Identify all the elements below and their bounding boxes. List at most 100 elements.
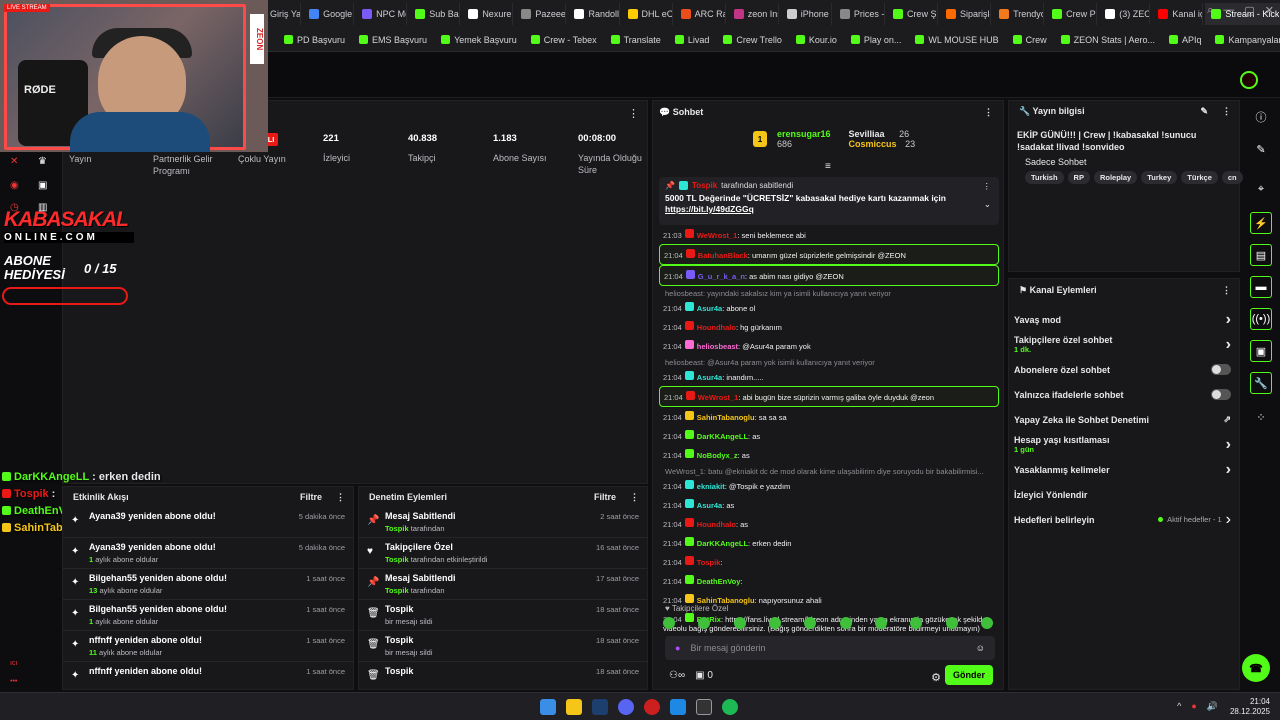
counter-icon[interactable]: ▣ 0 <box>695 670 713 681</box>
profile-avatar[interactable] <box>1240 71 1258 89</box>
help-chat-button[interactable]: ☎ <box>1242 654 1270 682</box>
bookmark-item[interactable]: Translate <box>610 35 661 45</box>
browser-tab[interactable]: Kanal içe <box>1152 3 1204 25</box>
chevron-right-icon[interactable]: › <box>1226 461 1231 479</box>
more-options-icon[interactable]: ⋮ <box>983 181 992 192</box>
emote-icon[interactable] <box>945 617 958 629</box>
stream-tag[interactable]: Türkçe <box>1181 171 1218 184</box>
search-tabs-icon[interactable]: ⌕ <box>1207 4 1213 17</box>
record-icon[interactable]: ◉ <box>10 180 19 191</box>
browser-tab[interactable]: Randollo <box>568 3 620 25</box>
bookmark-item[interactable]: Livad <box>674 35 709 45</box>
emote-icon[interactable] <box>839 617 852 629</box>
bookmark-item[interactable]: Play on... <box>850 35 901 45</box>
lightning-icon[interactable]: ⚡ <box>1250 212 1272 234</box>
emote-icon[interactable] <box>980 617 993 629</box>
browser-tab[interactable]: Trendyol <box>993 3 1045 25</box>
chat-username[interactable]: Asur4a <box>697 501 722 510</box>
chevron-right-icon[interactable]: › <box>1226 311 1231 329</box>
browser-tab[interactable]: Siparişle <box>940 3 992 25</box>
start-icon[interactable] <box>540 699 556 715</box>
bookmark-item[interactable]: ZEON Stats | Aero... <box>1060 35 1155 45</box>
steam-icon[interactable] <box>592 699 608 715</box>
chevron-up-icon[interactable]: ^ <box>1177 701 1181 712</box>
maximize-icon[interactable]: ▢ <box>1244 4 1254 17</box>
moderation-user[interactable]: Tospik <box>385 586 409 595</box>
bookmark-item[interactable]: Kampanyalar <box>1215 35 1280 45</box>
chat-bubble-icon[interactable]: ▬ <box>1250 276 1272 298</box>
send-button[interactable]: Gönder <box>944 665 993 685</box>
chat-username[interactable]: WeWrost_1 <box>698 393 739 402</box>
channel-action[interactable]: Abonelere özel sohbet <box>1009 357 1239 382</box>
moderation-user[interactable]: Tospik <box>385 555 409 564</box>
browser-tab[interactable]: ARC Raid <box>675 3 726 25</box>
gift-icon[interactable]: ▣ <box>38 180 47 191</box>
filter-button[interactable]: Filtre <box>594 492 616 503</box>
browser-tab[interactable]: Google G <box>303 3 355 25</box>
channel-action[interactable]: İzleyici Yönlendir <box>1009 482 1239 507</box>
settings-icon[interactable]: ⚙ <box>931 671 941 684</box>
bookmark-item[interactable]: Crew - Tebex <box>530 35 597 45</box>
emote-icon[interactable] <box>698 617 711 629</box>
channel-action[interactable]: Hedefleri belirleyin Aktif hedefler - 1 › <box>1009 507 1239 532</box>
channel-action[interactable]: Hesap yaşı kısıtlaması 1 gün › <box>1009 432 1239 457</box>
crosshair-icon[interactable]: ⌖ <box>1250 178 1272 200</box>
browser-tab[interactable]: (3) ZEON <box>1099 3 1151 25</box>
channel-action[interactable]: Yasaklanmış kelimeler › <box>1009 457 1239 482</box>
channel-action[interactable]: Yapay Zeka ile Sohbet Denetimi ⇗ <box>1009 407 1239 432</box>
chat-username[interactable]: DeathEnVoy <box>697 577 741 586</box>
bookmark-item[interactable]: Crew <box>1012 35 1047 45</box>
edge-icon[interactable] <box>670 699 686 715</box>
chat-username[interactable]: G_u_r_k_a_n <box>698 272 745 281</box>
category-name[interactable]: Sadece Sohbet <box>1025 157 1243 167</box>
chat-username[interactable]: Asur4a <box>697 304 722 313</box>
window-icon[interactable]: ▣ <box>1250 340 1272 362</box>
chat-username[interactable]: NoBodyx_z <box>697 451 738 460</box>
channel-action[interactable]: Yavaş mod › <box>1009 307 1239 332</box>
bookmark-item[interactable]: Crew Trello <box>723 35 782 45</box>
bookmark-item[interactable]: WL MOUSE HUB <box>915 35 999 45</box>
expand-leaderboard-icon[interactable]: ≡ <box>825 161 831 172</box>
chat-username[interactable]: Houndhalo <box>697 520 736 529</box>
note-icon[interactable]: ▤ <box>1250 244 1272 266</box>
discord-icon[interactable] <box>618 699 634 715</box>
close-icon[interactable]: ✕ <box>1265 4 1274 17</box>
chat-input[interactable]: ● Bir mesaj gönderin ☺ <box>665 636 995 660</box>
more-options-icon[interactable]: ⋮ <box>1222 106 1231 117</box>
leader-name[interactable]: Cosmiccus <box>849 139 897 149</box>
emote-icon[interactable] <box>910 617 923 629</box>
stream-tag[interactable]: cn <box>1221 171 1243 184</box>
opera-icon[interactable] <box>644 699 660 715</box>
pinned-link[interactable]: https://bit.ly/49dZGGq <box>665 204 754 214</box>
emote-icon[interactable] <box>733 617 746 629</box>
minimize-icon[interactable]: — <box>1223 4 1234 17</box>
browser-tab[interactable]: zeon Inst <box>728 3 779 25</box>
channel-action[interactable]: Takipçilere özel sohbet 1 dk. › <box>1009 332 1239 357</box>
channel-action[interactable]: Yalnızca ifadelerle sohbet <box>1009 382 1239 407</box>
chevron-right-icon[interactable]: › <box>1226 336 1231 354</box>
edit-icon[interactable]: ✎ <box>1200 106 1208 117</box>
more-options-icon[interactable]: ⋮ <box>336 492 345 503</box>
bookmark-item[interactable]: APIq <box>1168 35 1201 45</box>
chevron-right-icon[interactable]: › <box>1226 436 1231 454</box>
more-options-icon[interactable]: ⋮ <box>628 107 639 120</box>
emote-icon[interactable] <box>663 617 675 629</box>
bookmark-item[interactable]: EMS Başvuru <box>359 35 427 45</box>
bookmark-item[interactable]: Yemek Başvuru <box>441 35 517 45</box>
info-icon[interactable]: ⓘ <box>1250 106 1272 128</box>
emote-icon[interactable] <box>874 617 887 629</box>
browser-tab[interactable]: Sub Bad <box>409 3 461 25</box>
chevron-right-icon[interactable]: › <box>1226 511 1231 529</box>
chat-username[interactable]: ekniakit <box>697 482 725 491</box>
chat-username[interactable]: WeWrost_1 <box>697 231 738 240</box>
chat-username[interactable]: Tospik <box>697 558 721 567</box>
browser-tab[interactable]: Crew Şik <box>887 3 939 25</box>
chat-username[interactable]: SahinTabanoglu <box>697 413 755 422</box>
tool-icon[interactable]: 🔧 <box>1250 372 1272 394</box>
chat-username[interactable]: BatuhanBlack <box>698 251 748 260</box>
external-link-icon[interactable]: ⇗ <box>1223 414 1231 425</box>
chat-username[interactable]: DarKKAngeLL <box>697 432 748 441</box>
chat-username[interactable]: DarKKAngeLL <box>697 539 748 548</box>
stream-tag[interactable]: RP <box>1067 171 1090 184</box>
close-icon[interactable]: ✕ <box>10 156 18 167</box>
